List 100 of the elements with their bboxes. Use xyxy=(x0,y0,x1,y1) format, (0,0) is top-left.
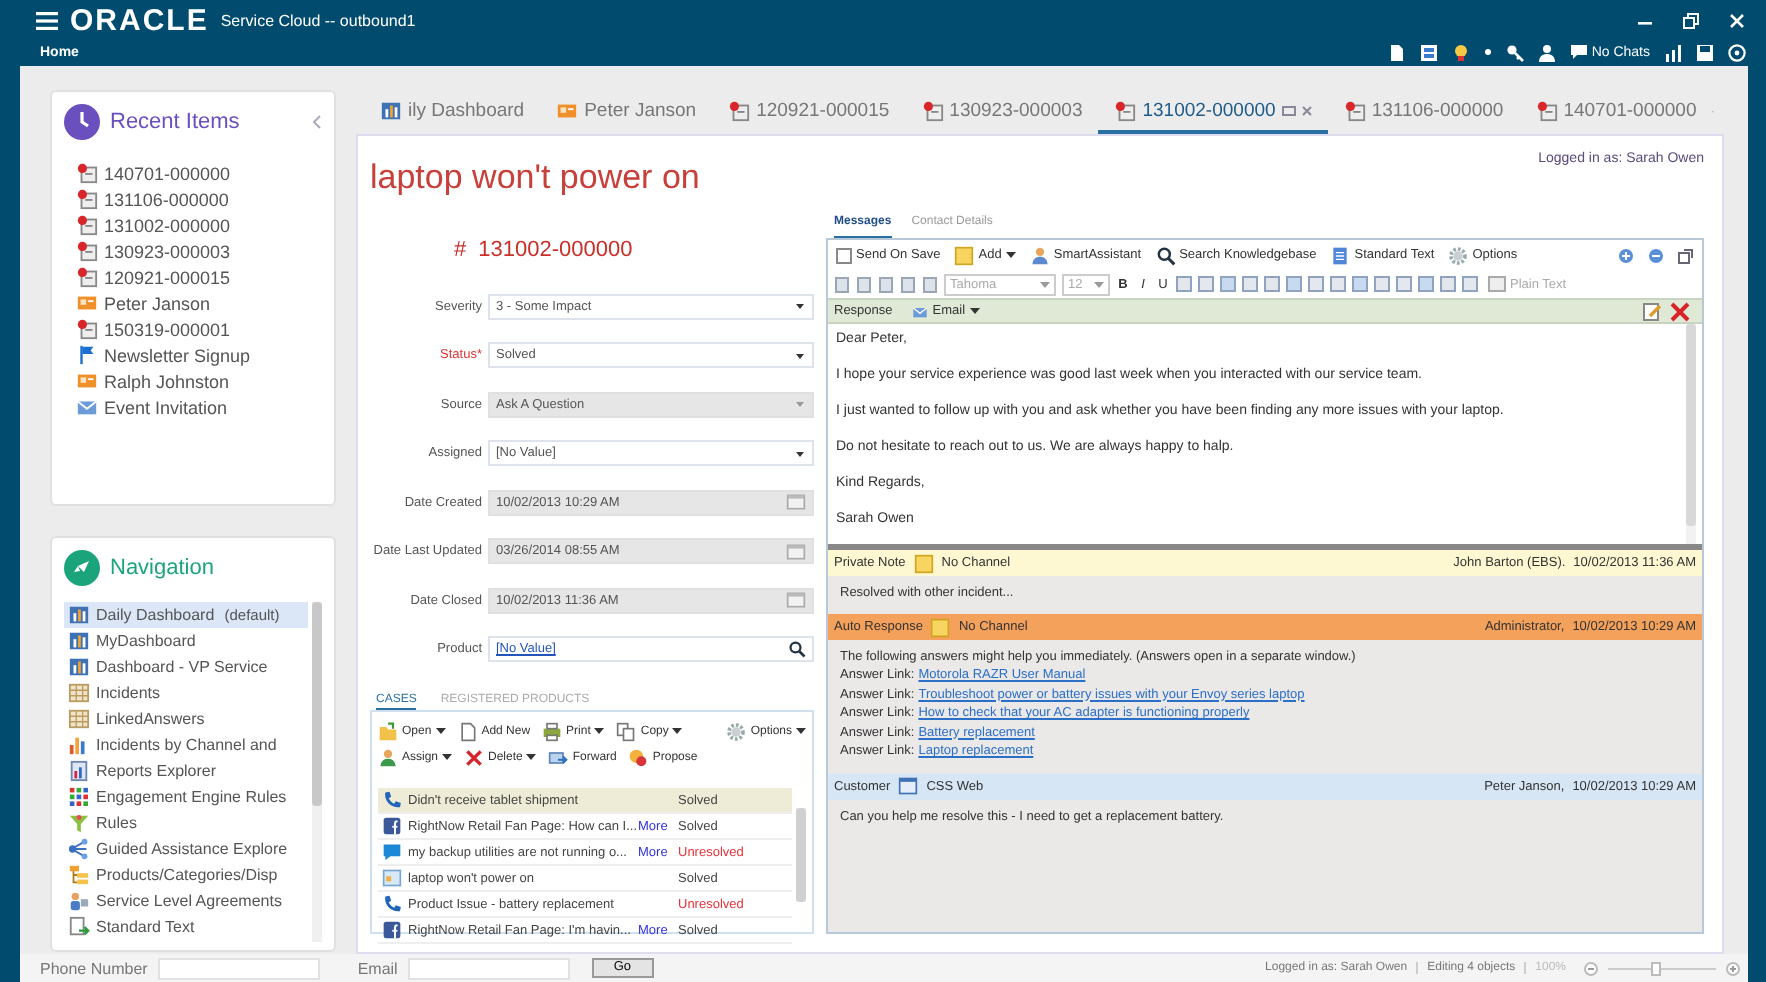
bar-chart-icon xyxy=(68,630,90,652)
tab[interactable]: 130923-000003 xyxy=(905,90,1099,134)
navigation-item[interactable]: Products/Categories/Disp xyxy=(64,862,308,888)
tab[interactable]: Peter Janson xyxy=(540,90,713,134)
calendar-icon xyxy=(786,590,806,611)
key-icon[interactable] xyxy=(1505,43,1524,61)
navigation-item[interactable]: Guided Assistance Explore xyxy=(64,836,308,862)
rocket-icon xyxy=(64,550,100,586)
pop-out-icon[interactable] xyxy=(1678,247,1694,263)
caret-icon xyxy=(1094,281,1104,287)
blank-page-icon xyxy=(457,721,478,741)
slider-thumb[interactable] xyxy=(1651,961,1662,975)
field-label: Phone Number xyxy=(40,959,148,977)
calendar-icon xyxy=(786,541,806,562)
help-icon[interactable] xyxy=(1728,43,1746,61)
navigation-item[interactable]: Engagement Engine Rules xyxy=(64,784,308,810)
pop-out-icon[interactable] xyxy=(1281,105,1296,115)
printer-icon xyxy=(542,721,563,741)
gear-icon xyxy=(1448,245,1469,265)
report-icon xyxy=(68,760,90,782)
restore-icon[interactable] xyxy=(1682,11,1700,29)
navigation-item[interactable]: MyDashboard xyxy=(64,628,308,654)
hierarchy-icon xyxy=(68,864,90,886)
recent-item[interactable]: Newsletter Signup xyxy=(76,342,322,368)
recent-item[interactable]: Peter Janson xyxy=(76,290,322,316)
page-icon[interactable] xyxy=(1387,43,1406,61)
panel-title: Navigation xyxy=(110,556,214,580)
speech-bubble-icon xyxy=(382,842,402,862)
assistant-icon xyxy=(1029,245,1050,265)
people-icon xyxy=(68,890,90,912)
envelope-icon xyxy=(76,396,98,418)
bar-chart-icon xyxy=(68,656,90,678)
caret-icon xyxy=(794,302,806,311)
navigation-item[interactable]: Reports Explorer xyxy=(64,758,308,784)
tab[interactable]: 120921-000015 xyxy=(712,90,906,134)
recent-item[interactable]: 130923-000003 xyxy=(76,238,322,264)
dot-grid-icon xyxy=(68,786,90,808)
scrollbar[interactable] xyxy=(796,808,806,902)
document-pin-icon xyxy=(76,266,98,288)
zoom-out-icon[interactable] xyxy=(1584,961,1598,975)
scrollbar[interactable] xyxy=(312,602,322,942)
recent-item[interactable]: Event Invitation xyxy=(76,394,322,420)
folder-icon xyxy=(378,721,398,741)
caret-icon xyxy=(1005,252,1016,258)
scrollbar[interactable] xyxy=(1686,324,1696,544)
tab[interactable]: 131106-000000 xyxy=(1327,90,1520,134)
document-pin-icon xyxy=(1114,99,1137,121)
zoom-in-icon[interactable] xyxy=(1726,961,1740,975)
search-icon[interactable] xyxy=(788,640,806,659)
social-tile-icon xyxy=(382,816,402,836)
caret-icon xyxy=(442,754,453,760)
navigation-item[interactable]: Rules xyxy=(64,810,308,836)
caret-icon xyxy=(594,728,605,734)
recent-item[interactable]: Ralph Johnston xyxy=(76,368,322,394)
navigation-item[interactable]: Service Level Agreements xyxy=(64,888,308,914)
collapse-icon[interactable] xyxy=(310,114,322,130)
caret-icon xyxy=(1040,281,1050,287)
dropdown-dot-icon[interactable] xyxy=(1483,48,1492,56)
cross-icon xyxy=(464,747,485,767)
email-field[interactable] xyxy=(407,957,570,979)
person-icon[interactable] xyxy=(1537,43,1556,61)
window-title: Service Cloud -- outbound1 xyxy=(220,11,416,29)
forward-icon xyxy=(548,747,569,767)
navigation-item[interactable]: Incidents xyxy=(64,680,308,706)
number-sign: # xyxy=(454,237,467,261)
navigation-item[interactable]: Dashboard - VP Service xyxy=(64,654,308,680)
web-page-icon xyxy=(382,868,402,888)
recent-item[interactable]: 120921-000015 xyxy=(76,264,322,290)
recent-item[interactable]: 150319-000001 xyxy=(76,316,322,342)
collapse-icon[interactable] xyxy=(1648,247,1664,263)
tab[interactable]: 140701-000000 xyxy=(1519,90,1713,134)
phone-field[interactable] xyxy=(157,957,320,979)
propose-icon xyxy=(628,747,649,767)
column-chart-icon xyxy=(68,734,90,756)
tab[interactable]: ily Dashboard xyxy=(364,90,541,134)
navigation-item[interactable]: LinkedAnswers xyxy=(64,706,308,732)
contact-card-icon xyxy=(556,99,579,121)
edit-icon[interactable] xyxy=(1642,301,1662,321)
menu-icon[interactable] xyxy=(36,11,58,29)
caret-icon xyxy=(435,728,446,734)
recent-item[interactable]: 131002-000000 xyxy=(76,212,322,238)
navigation-item[interactable]: Incidents by Channel and xyxy=(64,732,308,758)
caret-icon xyxy=(794,449,806,458)
navigation-item[interactable]: Standard Text xyxy=(64,914,308,940)
text-icon xyxy=(1488,276,1506,292)
expand-icon[interactable] xyxy=(1618,247,1634,263)
document-pin-icon xyxy=(76,162,98,184)
grid-icon[interactable] xyxy=(1419,43,1438,61)
document-pin-icon xyxy=(76,318,98,340)
caret-icon xyxy=(796,728,806,734)
recent-item[interactable]: 131106-000000 xyxy=(76,186,322,212)
lightbulb-icon[interactable] xyxy=(1451,43,1470,61)
note-icon xyxy=(954,245,975,265)
save-icon[interactable] xyxy=(1696,43,1714,61)
recent-item[interactable]: 140701-000000 xyxy=(76,160,322,186)
funnel-icon xyxy=(68,812,90,834)
incident-title: laptop won't power on xyxy=(370,158,700,198)
close-icon[interactable] xyxy=(1670,301,1690,321)
signal-bars-icon xyxy=(1664,43,1682,61)
logo: ORACLE xyxy=(70,3,209,37)
